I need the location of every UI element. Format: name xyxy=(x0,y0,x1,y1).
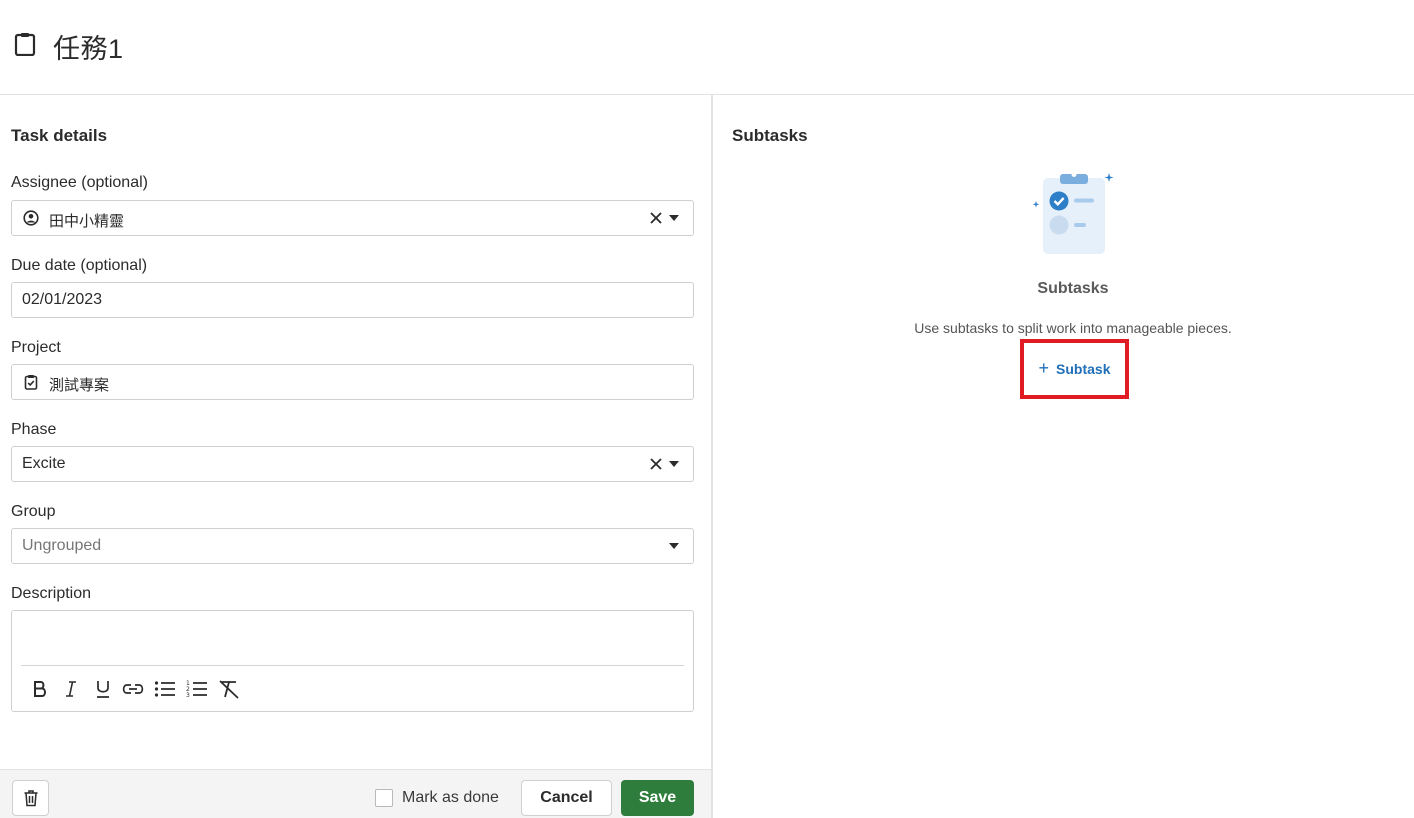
add-subtask-button[interactable]: + Subtask xyxy=(1020,339,1129,399)
mark-done-checkbox[interactable] xyxy=(375,789,393,807)
project-field[interactable]: 測試專案 xyxy=(11,364,694,400)
clipboard-icon xyxy=(14,33,36,56)
italic-icon[interactable] xyxy=(59,677,83,701)
page-header: 任務1 xyxy=(0,0,1414,95)
clear-format-icon[interactable] xyxy=(217,677,241,701)
due-date-value: 02/01/2023 xyxy=(22,291,103,308)
group-select[interactable]: Ungrouped xyxy=(11,528,694,564)
task-details-heading: Task details xyxy=(11,126,108,145)
bullet-list-icon[interactable] xyxy=(153,677,177,701)
mark-done-label[interactable]: Mark as done xyxy=(402,789,499,807)
group-label: Group xyxy=(11,503,56,520)
trash-icon xyxy=(24,790,37,807)
underline-icon[interactable] xyxy=(91,677,115,701)
assignee-value: 田中小精靈 xyxy=(49,213,125,230)
clear-assignee-icon[interactable] xyxy=(649,211,663,225)
cancel-button[interactable]: Cancel xyxy=(521,780,612,816)
user-circle-icon xyxy=(23,210,39,226)
description-label: Description xyxy=(11,585,92,602)
add-subtask-label: Subtask xyxy=(1056,361,1111,377)
description-text-area[interactable] xyxy=(22,619,683,659)
chevron-down-icon[interactable] xyxy=(669,215,679,221)
subtasks-heading: Subtasks xyxy=(732,126,808,145)
phase-value: Excite xyxy=(22,455,66,472)
svg-text:3: 3 xyxy=(186,692,190,699)
clipboard-check-icon xyxy=(24,375,38,390)
chevron-down-icon[interactable] xyxy=(669,543,679,549)
description-editor[interactable]: 123 xyxy=(11,610,694,712)
clipboard-checklist-illustration xyxy=(1032,172,1114,254)
bold-icon[interactable] xyxy=(28,677,52,701)
task-footer: Mark as done Cancel Save xyxy=(0,769,711,818)
plus-icon: + xyxy=(1038,358,1050,378)
phase-select[interactable]: Excite xyxy=(11,446,694,482)
page-title: 任務1 xyxy=(53,34,124,64)
subtasks-panel: Subtasks Subtasks Use subtasks to split … xyxy=(714,95,1414,818)
assignee-select[interactable]: 田中小精靈 xyxy=(11,200,694,236)
clear-phase-icon[interactable] xyxy=(649,457,663,471)
subtasks-empty-description: Use subtasks to split work into manageab… xyxy=(914,320,1232,336)
toolbar-divider xyxy=(21,665,684,666)
save-button[interactable]: Save xyxy=(621,780,694,816)
project-value: 測試專案 xyxy=(49,377,110,394)
task-details-panel: Task details Assignee (optional) 田中小精靈 D… xyxy=(0,95,713,818)
numbered-list-icon[interactable]: 123 xyxy=(185,677,209,701)
group-value: Ungrouped xyxy=(22,537,102,554)
chevron-down-icon[interactable] xyxy=(669,461,679,467)
subtasks-empty-title: Subtasks xyxy=(1037,280,1109,297)
assignee-label: Assignee (optional) xyxy=(11,174,148,191)
link-icon[interactable] xyxy=(121,677,145,701)
delete-task-button[interactable] xyxy=(12,780,49,816)
phase-label: Phase xyxy=(11,421,57,438)
due-date-input[interactable]: 02/01/2023 xyxy=(11,282,694,318)
due-date-label: Due date (optional) xyxy=(11,257,148,274)
project-label: Project xyxy=(11,339,61,356)
